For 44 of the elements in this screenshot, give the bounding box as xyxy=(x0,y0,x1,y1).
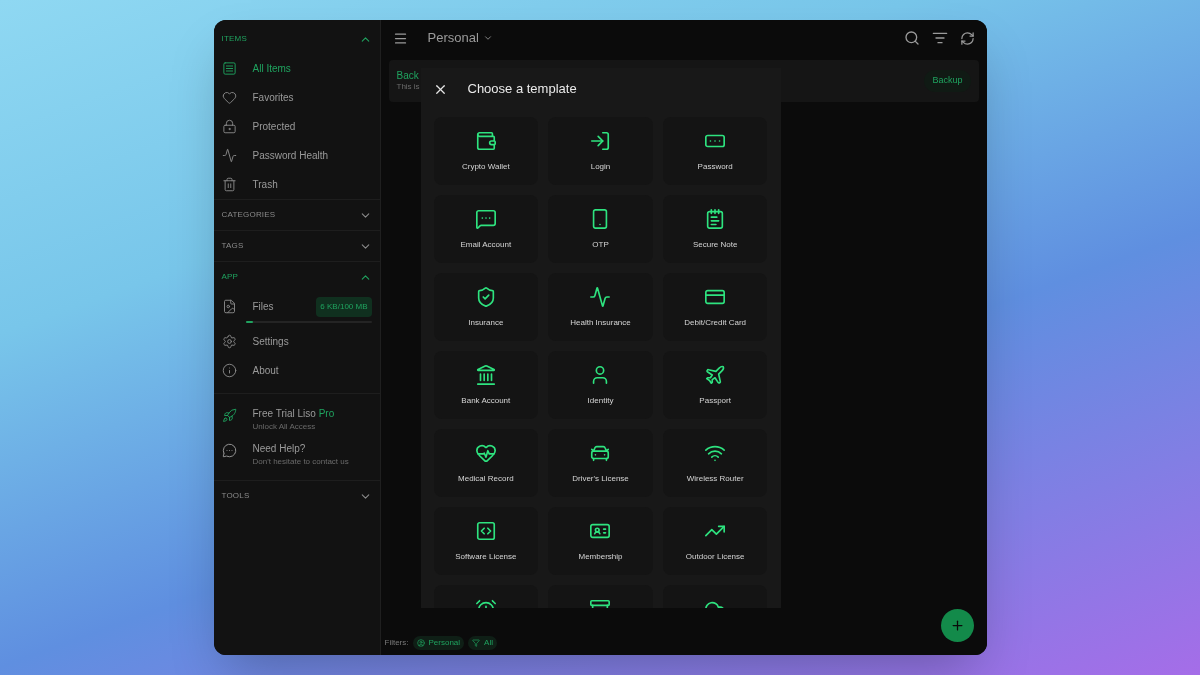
template-card[interactable]: Health Insurance xyxy=(548,273,653,341)
sidebar-item[interactable]: Files 6 KB/100 MB xyxy=(213,292,380,321)
template-card[interactable]: Crypto Wallet xyxy=(433,117,539,185)
section-header[interactable]: ITEMS xyxy=(213,24,380,54)
template-card[interactable]: Software License xyxy=(433,507,539,575)
promo-subtitle: Unlock All Access xyxy=(252,421,317,433)
section-header[interactable]: TAGS xyxy=(213,231,380,261)
template-card[interactable]: Login xyxy=(548,117,653,185)
sidebar-item[interactable]: Settings xyxy=(213,327,380,356)
section-header[interactable]: CATEGORIES xyxy=(213,200,380,230)
promo-title[interactable]: Free Trial Liso Pro xyxy=(252,406,335,421)
template-card[interactable]: Debit/Credit Card xyxy=(662,273,768,341)
sidebar-item[interactable]: Password Health xyxy=(213,141,380,170)
template-card[interactable]: Insurance xyxy=(433,273,539,341)
template-card[interactable]: Passport xyxy=(662,351,768,419)
section-header[interactable]: TOOLS xyxy=(213,481,380,511)
sidebar-item[interactable]: About xyxy=(213,356,380,385)
filter-chip[interactable]: Personal xyxy=(412,636,465,650)
template-card[interactable]: Membership xyxy=(548,507,653,575)
template-card[interactable]: Password xyxy=(662,117,768,185)
promo-subtitle: Don't hesitate to contact us xyxy=(252,456,349,468)
template-card[interactable]: Secure Note xyxy=(662,195,768,263)
banner-text: This is xyxy=(396,82,420,93)
dialog-title: Choose a template xyxy=(467,80,577,99)
template-card[interactable]: Email Account xyxy=(433,195,539,263)
template-card[interactable]: Identity xyxy=(548,351,653,419)
storage-badge: 6 KB/100 MB xyxy=(316,296,372,317)
template-card[interactable]: Medical Record xyxy=(433,429,539,497)
filters-label: Filters: xyxy=(384,637,409,649)
template-card[interactable]: Outdoor License xyxy=(662,507,768,575)
banner-title: Back xyxy=(396,69,420,83)
sidebar-item[interactable]: Protected xyxy=(213,112,380,141)
template-card[interactable]: Bank Account xyxy=(433,351,539,419)
filter-chip[interactable]: All xyxy=(468,636,497,650)
promo-title[interactable]: Need Help? xyxy=(252,441,349,456)
backup-button[interactable]: Backup xyxy=(924,70,971,92)
template-card[interactable]: Wireless Router xyxy=(662,429,768,497)
sidebar-item[interactable]: Favorites xyxy=(213,83,380,112)
template-card[interactable]: OTP xyxy=(548,195,653,263)
vault-selector[interactable]: Personal xyxy=(427,28,493,48)
sidebar-item[interactable]: All Items xyxy=(213,54,380,83)
template-card[interactable]: Driver's License xyxy=(548,429,653,497)
sidebar-item[interactable]: Trash xyxy=(213,170,380,199)
section-header[interactable]: APP xyxy=(213,262,380,292)
